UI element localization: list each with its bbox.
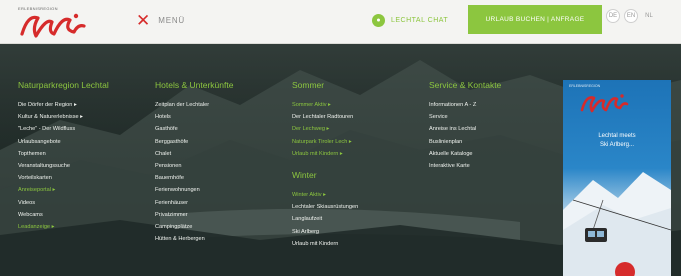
language-nl-button[interactable]: NL	[642, 9, 656, 23]
menu-link[interactable]: Die Dörfer der Region ▸	[18, 99, 155, 111]
menu-link[interactable]: Ski Arlberg	[292, 226, 429, 238]
language-switcher: DE EN NL	[606, 9, 656, 23]
menu-link[interactable]: Topthemen	[18, 148, 155, 160]
menu-link[interactable]: Informationen A - Z	[429, 99, 566, 111]
lechtal-logo[interactable]	[18, 10, 86, 40]
menu-link[interactable]: Urlaubsangebote	[18, 136, 155, 148]
menu-column-region: Naturparkregion Lechtal Die Dörfer der R…	[18, 80, 155, 250]
menu-link[interactable]: Der Lechweg ▸	[292, 123, 429, 135]
top-navigation-bar: ERLEBNISREGION ✕ MENÜ ● LECHTAL CHAT URL…	[0, 0, 681, 44]
menu-link[interactable]: Bauernhöfe	[155, 172, 292, 184]
menu-link[interactable]: Hotels	[155, 111, 292, 123]
menu-link[interactable]: Naturpark Tiroler Lech ▸	[292, 136, 429, 148]
close-icon: ✕	[136, 10, 151, 30]
menu-link[interactable]: Videos	[18, 197, 155, 209]
menu-link[interactable]: Winter Aktiv ▸	[292, 189, 429, 201]
menu-label: MENÜ	[158, 15, 186, 25]
menu-heading-summer[interactable]: Sommer	[292, 80, 429, 91]
menu-link[interactable]: Leadanzeige ▸	[18, 221, 155, 233]
menu-link[interactable]: Gasthöfe	[155, 123, 292, 135]
promo-ski-scene	[563, 172, 671, 276]
menu-link[interactable]: Anreiseportal ▸	[18, 184, 155, 196]
menu-heading-region[interactable]: Naturparkregion Lechtal	[18, 80, 155, 91]
menu-close-button[interactable]: ✕ MENÜ	[136, 10, 185, 30]
menu-link[interactable]: Ferienwohnungen	[155, 184, 292, 196]
language-de-button[interactable]: DE	[606, 9, 620, 23]
chat-icon: ●	[372, 13, 385, 27]
menu-link[interactable]: Buslinienplan	[429, 136, 566, 148]
menu-link[interactable]: "Leche" - Der Wildfluss	[18, 123, 155, 135]
book-holiday-button[interactable]: URLAUB BUCHEN | ANFRAGE	[468, 5, 602, 34]
menu-link[interactable]: Interaktive Karte	[429, 160, 566, 172]
menu-link[interactable]: Privatzimmer	[155, 209, 292, 221]
menu-column-seasons: Sommer Sommer Aktiv ▸ Der Lechtaler Radt…	[292, 80, 429, 250]
menu-link[interactable]: Aktuelle Kataloge	[429, 148, 566, 160]
menu-link[interactable]: Kultur & Naturerlebnisse ▸	[18, 111, 155, 123]
menu-link[interactable]: Berggasthöfe	[155, 136, 292, 148]
menu-link[interactable]: Hütten & Herbergen	[155, 233, 292, 245]
menu-link[interactable]: Service	[429, 111, 566, 123]
menu-link[interactable]: Der Lechtaler Radtouren	[292, 111, 429, 123]
menu-link[interactable]: Campingplätze	[155, 221, 292, 233]
menu-link[interactable]: Ferienhäuser	[155, 197, 292, 209]
menu-link[interactable]: Langlaufzeit	[292, 213, 429, 225]
menu-link[interactable]: Vorteilskarten	[18, 172, 155, 184]
menu-heading-service[interactable]: Service & Kontakte	[429, 80, 566, 91]
menu-column-service: Service & Kontakte Informationen A - Z S…	[429, 80, 566, 250]
menu-heading-accommodation[interactable]: Hotels & Unterkünfte	[155, 80, 292, 91]
menu-link[interactable]: Urlaub mit Kindern ▸	[292, 148, 429, 160]
menu-link[interactable]: Veranstaltungssuche	[18, 160, 155, 172]
menu-link[interactable]: Lechtaler Skiausrüstungen	[292, 201, 429, 213]
menu-link[interactable]: Pensionen	[155, 160, 292, 172]
menu-link[interactable]: Anreise ins Lechtal	[429, 123, 566, 135]
promo-banner[interactable]: ERLEBNISREGION Lechtal meets Ski Arlberg…	[563, 80, 671, 276]
menu-link[interactable]: Zeitplan der Lechtaler	[155, 99, 292, 111]
menu-heading-winter[interactable]: Winter	[292, 170, 429, 181]
chat-button[interactable]: ● LECHTAL CHAT	[372, 10, 448, 30]
menu-link[interactable]: Sommer Aktiv ▸	[292, 99, 429, 111]
chat-label: LECHTAL CHAT	[391, 16, 449, 24]
menu-link[interactable]: Webcams	[18, 209, 155, 221]
language-en-button[interactable]: EN	[624, 9, 638, 23]
menu-link[interactable]: Urlaub mit Kindern	[292, 238, 429, 250]
menu-link[interactable]: Chalet	[155, 148, 292, 160]
menu-column-accommodation: Hotels & Unterkünfte Zeitplan der Lechta…	[155, 80, 292, 250]
mega-menu: Naturparkregion Lechtal Die Dörfer der R…	[18, 80, 566, 250]
